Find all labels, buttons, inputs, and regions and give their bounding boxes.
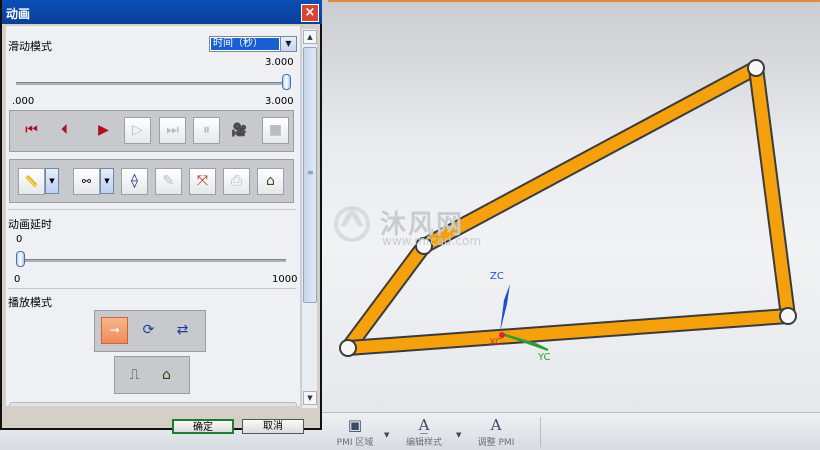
slide-mode-value: 时间（秒） xyxy=(211,38,279,50)
playback-toolbar: ⏮ ⏴ ▶ ▷ ⏭ ⏸ 🎥 ■ xyxy=(9,110,294,152)
loop-button[interactable]: ⟳ xyxy=(135,317,162,344)
explode-button[interactable]: ✎ xyxy=(155,168,182,195)
delay-label: 动画延时 xyxy=(8,218,52,231)
axis-label-yc: YC xyxy=(538,352,551,363)
stop-icon: ■ xyxy=(268,122,283,138)
step-back-button[interactable]: ⏴ xyxy=(51,117,78,144)
adjust-pmi-label: 调整 PMI xyxy=(477,438,515,448)
measure-dropdown-icon[interactable]: ▼ xyxy=(45,168,59,194)
cancel-button[interactable]: 取消 xyxy=(242,419,304,434)
track-hidden-button[interactable]: ⤧ xyxy=(189,168,216,195)
trace-options-group: ⎍ ⌂ xyxy=(114,356,190,394)
interference-icon: ⚯ xyxy=(81,175,92,188)
pmi-region-icon: ▣ xyxy=(347,416,363,434)
play-button[interactable]: ▶ xyxy=(90,117,117,144)
step-forward-button[interactable]: ▷ xyxy=(124,117,151,144)
section-divider xyxy=(8,209,296,210)
dialog-content: 滑动模式 时间（秒） ▼ 3.000 .000 3.000 ⏮ ⏴ ▶ ▷ ⏭ … xyxy=(6,26,300,406)
back-and-forth-button[interactable]: ⇄ xyxy=(169,317,196,344)
track-icon: ⤧ xyxy=(196,173,209,189)
adjust-pmi-icon: A xyxy=(490,416,502,434)
slide-range-min: .000 xyxy=(12,96,35,107)
skip-to-start-button[interactable]: ⏮ xyxy=(18,117,45,144)
horizontal-scrollbar[interactable] xyxy=(9,402,297,406)
time-slider-thumb[interactable] xyxy=(281,74,291,90)
export-package-button[interactable]: ⌂ xyxy=(257,168,284,195)
time-slider-track[interactable] xyxy=(16,82,286,85)
play-once-icon: → xyxy=(109,323,120,337)
cancel-label: 取消 xyxy=(263,421,283,432)
camera-icon: 🎥 xyxy=(231,123,248,138)
delay-max: 1000 xyxy=(272,274,298,285)
watermark-url: www.mfcad.com xyxy=(382,234,482,248)
skip-to-start-icon: ⏮ xyxy=(25,122,38,138)
trace-envelope-icon: ⌂ xyxy=(162,367,171,383)
slide-range-max: 3.000 xyxy=(265,96,294,107)
animation-dialog: 动画 × 滑动模式 时间（秒） ▼ 3.000 .000 3.000 ⏮ ⏴ ▶… xyxy=(0,0,322,434)
vertical-scrollbar[interactable]: ▲ ≡ ▼ xyxy=(301,29,317,408)
stop-button[interactable]: ■ xyxy=(262,117,289,144)
delay-value: 0 xyxy=(16,234,23,245)
record-camera-button[interactable]: 🎥 xyxy=(226,117,253,144)
watermark xyxy=(334,206,370,242)
trace-envelope-button[interactable]: ⌂ xyxy=(153,362,180,389)
back-and-forth-icon: ⇄ xyxy=(176,322,189,338)
delay-min: 0 xyxy=(14,274,21,285)
play-mode-label: 播放模式 xyxy=(8,296,52,309)
slide-mode-select[interactable]: 时间（秒） ▼ xyxy=(209,36,297,52)
edit-style-icon: A̲ xyxy=(418,416,430,434)
pause-button[interactable]: ⏸ xyxy=(193,117,220,144)
ok-button[interactable]: 确定 xyxy=(172,419,234,434)
slide-mode-label: 滑动模式 xyxy=(8,40,52,53)
adjust-pmi-button[interactable]: A 调整 PMI xyxy=(468,415,524,448)
interference-dropdown-icon[interactable]: ▼ xyxy=(100,168,114,194)
dialog-titlebar[interactable]: 动画 × xyxy=(2,0,322,24)
ok-label: 确定 xyxy=(193,422,213,433)
scroll-up-icon[interactable]: ▲ xyxy=(303,30,317,44)
grip-icon: ≡ xyxy=(307,168,314,177)
slide-current-value: 3.000 xyxy=(265,57,294,68)
dialog-title: 动画 xyxy=(6,7,31,21)
capture-button[interactable]: ⎙ xyxy=(223,168,250,195)
section-divider xyxy=(8,288,296,289)
trace-button[interactable]: ⟠ xyxy=(121,168,148,195)
close-button[interactable]: × xyxy=(301,4,319,22)
chevron-down-icon[interactable]: ▼ xyxy=(280,37,296,51)
toolbar-separator xyxy=(540,417,541,447)
delay-slider-track[interactable] xyxy=(16,259,286,262)
package-icon: ⌂ xyxy=(266,173,275,189)
pause-icon: ⏸ xyxy=(203,122,210,138)
step-back-icon: ⏴ xyxy=(61,122,68,138)
close-icon: × xyxy=(304,5,316,20)
pmi-region-label: PMI 区域 xyxy=(336,438,374,448)
play-mode-group: → ⟳ ⇄ xyxy=(94,310,206,352)
edit-style-label: 编辑样式 xyxy=(405,438,442,448)
trace-icon: ⟠ xyxy=(131,173,138,189)
pmi-region-dropdown-icon[interactable]: ▼ xyxy=(384,431,389,439)
axis-label-zc: ZC xyxy=(490,271,504,282)
play-icon: ▶ xyxy=(98,122,109,138)
delay-slider-thumb[interactable] xyxy=(15,251,25,267)
skip-to-end-button[interactable]: ⏭ xyxy=(159,117,186,144)
edit-style-dropdown-icon[interactable]: ▼ xyxy=(456,431,461,439)
trace-path-icon: ⎍ xyxy=(129,367,140,383)
skip-to-end-icon: ⏭ xyxy=(166,122,179,138)
loop-icon: ⟳ xyxy=(142,322,155,338)
interference-button[interactable]: ⚯ xyxy=(73,168,100,195)
analysis-toolbar: 📏 ▼ ⚯ ▼ ⟠ ✎ ⤧ ⎙ ⌂ xyxy=(9,159,294,203)
explode-icon: ✎ xyxy=(162,173,175,189)
axis-label-xc: XC xyxy=(489,337,503,348)
edit-style-button[interactable]: A̲ 编辑样式 xyxy=(396,415,452,448)
scroll-down-icon[interactable]: ▼ xyxy=(303,391,317,405)
step-forward-icon: ▷ xyxy=(132,122,143,138)
ruler-icon: 📏 xyxy=(24,175,39,188)
measure-button[interactable]: 📏 xyxy=(18,168,45,195)
trace-path-button[interactable]: ⎍ xyxy=(121,362,148,389)
printer-icon: ⎙ xyxy=(230,173,243,189)
scroll-thumb[interactable]: ≡ xyxy=(303,47,317,303)
play-once-button[interactable]: → xyxy=(101,317,128,344)
pmi-region-button[interactable]: ▣ PMI 区域 xyxy=(328,415,382,448)
